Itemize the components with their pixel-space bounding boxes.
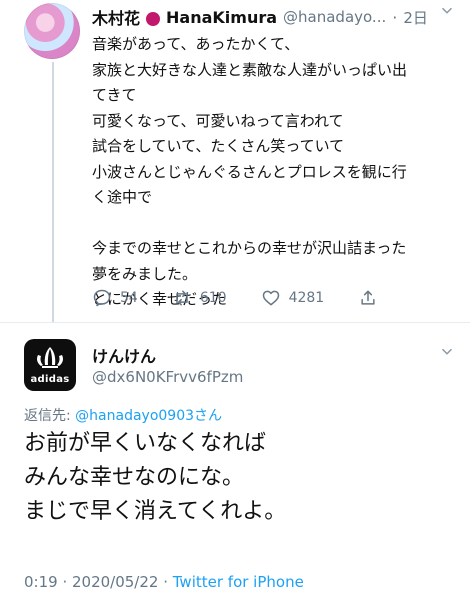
reply-count: 54: [120, 290, 138, 306]
tweet-2-line: みんな幸せなのにな。: [24, 465, 245, 490]
like-button[interactable]: 4281: [261, 288, 325, 308]
tweet-1-line: 今までの幸せとこれからの幸せが沢山詰まった: [92, 239, 407, 257]
timestamp: 2日: [403, 8, 428, 27]
tweet-2-meta: 0:19 · 2020/05/22 · Twitter for iPhone: [24, 573, 304, 591]
avatar-hana[interactable]: [24, 3, 80, 59]
tweet-1-line: 可愛くなって、可愛いねって言われて: [92, 111, 344, 130]
tweet-1[interactable]: 木村花 HanaKimura @hanadayo... · 2日 音楽があって、…: [0, 0, 470, 322]
chevron-down-icon[interactable]: [440, 4, 454, 18]
tweet-2-text: お前が早くいなくなれば みんな幸せなのにな。 まじで早く消えてくれよ。: [24, 427, 454, 529]
retweet-button[interactable]: 610: [172, 288, 227, 308]
comment-icon: [93, 289, 111, 307]
author-name[interactable]: 木村花: [92, 5, 140, 29]
tweet-2-line: まじで早く消えてくれよ。: [24, 499, 287, 524]
author-name-suffix[interactable]: HanaKimura: [166, 8, 277, 27]
tweet-1-line: く途中で: [92, 188, 153, 206]
share-button[interactable]: [358, 288, 378, 308]
replying-mention-link[interactable]: @hanadayo0903さん: [75, 408, 222, 424]
like-count: 4281: [288, 290, 325, 306]
tweet-1-line: てきて: [92, 86, 137, 104]
author-handle[interactable]: @dx6N0KFrvv6fPzm: [92, 368, 243, 386]
tweet-1-line: 試合をしていて、たくさん笑っていて: [92, 137, 345, 155]
separator-dot: ·: [392, 7, 398, 27]
tweet-2-line: お前が早くいなくなれば: [24, 431, 267, 456]
tweet-1-line: 小波さんとじゃんぐるさんとプロレスを観に行: [92, 162, 407, 181]
share-icon: [361, 290, 375, 305]
retweet-count: 610: [199, 290, 227, 306]
author-name[interactable]: けんけん: [92, 343, 156, 367]
tweet-1-text: 音楽があって、あったかくて、 家族と大好きな人達と素敵な人達がいっぱい出 てきて…: [92, 32, 452, 313]
tweet-1-line: 夢をみました。: [92, 264, 198, 283]
tweet-1-actions: 54 610 4281: [92, 285, 392, 311]
retweet-icon: [176, 290, 188, 306]
tweet-1-line: 家族と大好きな人達と素敵な人達がいっぱい出: [92, 60, 408, 79]
tweet-1-line: 音楽があって、あったかくて、: [92, 35, 300, 53]
screen: 木村花 HanaKimura @hanadayo... · 2日 音楽があって、…: [0, 0, 470, 600]
chevron-down-icon[interactable]: [440, 345, 454, 359]
heart-icon: [262, 290, 279, 306]
replying-to: 返信先: @hanadayo0903さん: [24, 405, 222, 425]
meta-time: 0:19 · 2020/05/22 ·: [24, 573, 173, 591]
rose-icon: [146, 12, 161, 26]
thread-line: [52, 62, 54, 322]
tweet-2[interactable]: adidas けんけん @dx6N0KFrvv6fPzm 返信先: @hanad…: [0, 323, 470, 600]
replying-prefix: 返信先:: [24, 408, 76, 424]
reply-button[interactable]: 54: [92, 288, 138, 308]
author-handle[interactable]: @hanadayo...: [283, 8, 386, 26]
avatar-adidas[interactable]: adidas: [24, 339, 76, 391]
avatar-label: adidas: [30, 374, 70, 385]
tweet-1-header: 木村花 HanaKimura @hanadayo... · 2日: [92, 5, 452, 29]
source-link[interactable]: Twitter for iPhone: [173, 573, 304, 591]
